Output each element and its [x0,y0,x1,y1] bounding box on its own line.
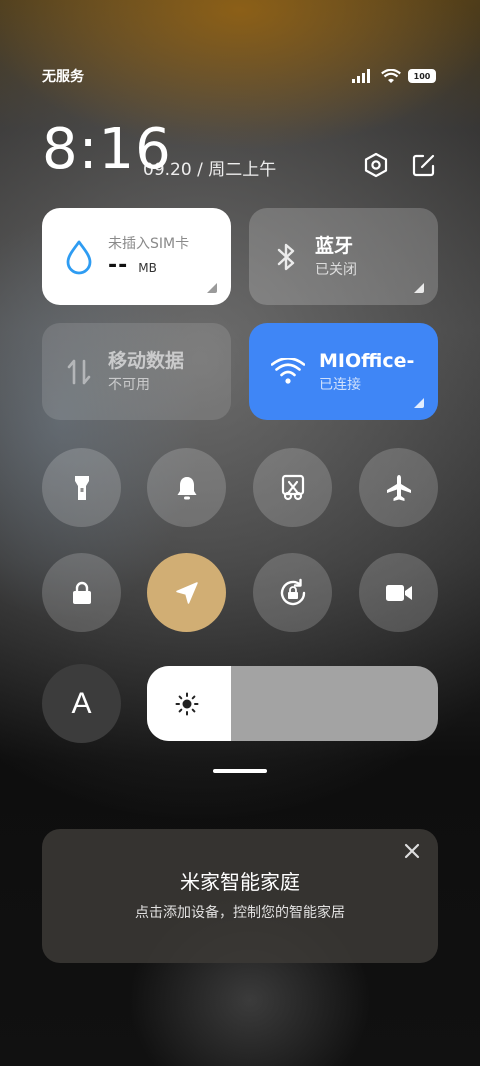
mobile-data-label: 移动数据 [108,349,185,372]
close-icon[interactable] [402,841,422,861]
status-icons: 100 [352,68,436,84]
data-usage-unit: MB [138,261,157,275]
rotation-lock-toggle[interactable] [253,553,332,632]
bluetooth-status: 已关闭 [315,261,357,278]
sim-status-label: 未插入SIM卡 [108,236,190,252]
flashlight-icon [74,475,89,500]
wifi-icon [381,68,401,83]
brightness-icon [175,692,199,716]
bluetooth-text: 蓝牙 已关闭 [315,234,357,280]
data-usage-text: 未插入SIM卡 -- MB [108,235,189,278]
settings-icon [364,152,388,178]
mobile-data-text: 移动数据 不可用 [108,349,184,395]
water-drop-icon [66,240,92,274]
screenshot-icon [281,474,304,500]
edit-icon [412,154,435,177]
bluetooth-icon [277,243,295,270]
data-usage-row: -- MB [108,253,189,278]
mobile-data-icon [67,359,91,384]
edit-button[interactable] [409,150,439,180]
lock-icon [72,581,91,604]
screen-recorder-toggle[interactable] [359,553,438,632]
bluetooth-label: 蓝牙 [315,234,354,257]
lock-screen-toggle[interactable] [42,553,121,632]
data-usage-tile[interactable]: 未插入SIM卡 -- MB [42,208,231,305]
corner-indicator [207,283,217,293]
bell-icon [177,476,196,499]
corner-indicator [414,398,424,408]
mobile-data-tile[interactable]: 移动数据 不可用 [42,323,231,420]
flashlight-toggle[interactable] [42,448,121,527]
location-toggle[interactable] [147,553,226,632]
mijia-card-subtitle: 点击添加设备，控制您的智能家居 [135,905,345,921]
clock-date: 09.20 / 周二上午 [143,160,277,180]
status-bar: 无服务 100 [42,66,436,86]
wifi-icon [271,357,305,384]
brightness-slider[interactable] [147,666,438,741]
data-usage-value: -- [108,253,129,278]
signal-icon [352,69,370,83]
video-icon [385,584,412,601]
mijia-card-title: 米家智能家庭 [180,870,300,894]
mobile-data-status: 不可用 [108,376,150,393]
settings-button[interactable] [361,150,391,180]
auto-brightness-button[interactable]: A [42,664,121,743]
auto-brightness-label: A [71,686,92,720]
mijia-card[interactable]: 米家智能家庭 点击添加设备，控制您的智能家居 [42,829,438,963]
wifi-status: 已连接 [319,376,361,393]
airplane-mode-toggle[interactable] [359,448,438,527]
screenshot-toggle[interactable] [253,448,332,527]
silent-toggle[interactable] [147,448,226,527]
wifi-tile[interactable]: MIOffice- 已连接 [249,323,438,420]
collapse-handle[interactable] [213,769,267,773]
battery-level: 100 [413,71,431,81]
battery-icon: 100 [408,69,436,83]
location-icon [175,581,198,604]
corner-indicator [414,283,424,293]
airplane-icon [386,474,411,501]
wifi-network-name: MIOffice- [319,349,415,372]
wifi-text: MIOffice- 已连接 [319,349,414,395]
rotation-lock-icon [280,578,305,605]
bluetooth-tile[interactable]: 蓝牙 已关闭 [249,208,438,305]
carrier-label: 无服务 [42,69,84,85]
